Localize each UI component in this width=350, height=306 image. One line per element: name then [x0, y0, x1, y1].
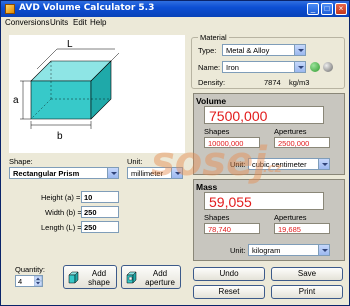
length-label: Length (L) = — [41, 223, 82, 232]
mass-total-value: 59,055 — [209, 194, 252, 210]
volume-apertures-box: 2500,000 — [274, 137, 330, 148]
maximize-button[interactable]: □ — [321, 3, 333, 15]
height-value: 10 — [84, 193, 93, 202]
volume-apertures-value: 2500,000 — [278, 139, 310, 148]
chevron-down-icon[interactable] — [294, 62, 305, 72]
material-name-label: Name: — [198, 63, 221, 72]
mass-shapes-value: 78,740 — [208, 225, 231, 234]
volume-total: 7500,000 — [204, 106, 324, 124]
height-input[interactable]: 10 — [81, 191, 119, 203]
prism-illustration: L a b — [13, 39, 120, 142]
menu-conversions[interactable]: Conversions — [5, 18, 49, 27]
height-label: Height (a) = — [41, 193, 81, 202]
dim-label-a: a — [13, 95, 19, 106]
mass-unit-label: Unit: — [230, 246, 246, 255]
mass-unit-select[interactable]: kilogram — [248, 244, 330, 256]
shape-label: Shape: — [9, 157, 33, 166]
material-group: Material Type: Metal & Alloy Name: Iron … — [191, 33, 345, 89]
volume-title: Volume — [196, 96, 227, 106]
mass-apertures-box: 19,685 — [274, 223, 330, 234]
add-aperture-label: Add aperture — [145, 269, 175, 287]
aperture-cube-icon — [126, 271, 137, 284]
app-icon — [5, 4, 15, 14]
reset-button[interactable]: Reset — [193, 285, 265, 299]
cube-icon — [68, 271, 79, 284]
add-material-icon[interactable] — [310, 62, 320, 72]
mass-apertures-label: Apertures — [274, 213, 307, 222]
quantity-label: Quantity: — [15, 265, 46, 274]
chevron-down-icon[interactable] — [294, 45, 305, 55]
material-type-value: Metal & Alloy — [226, 46, 270, 55]
density-label: Density: — [198, 78, 226, 87]
save-button[interactable]: Save — [271, 267, 343, 281]
add-shape-label: Add shape — [88, 269, 110, 287]
menu-help[interactable]: Help — [90, 18, 106, 27]
menu-units[interactable]: Units — [50, 18, 68, 27]
menu-edit[interactable]: Edit — [73, 18, 87, 27]
width-label: Width (b) = — [45, 208, 82, 217]
print-button[interactable]: Print — [271, 285, 343, 299]
unit-label: Unit: — [127, 157, 143, 166]
shape-value: Rectangular Prism — [13, 169, 80, 178]
width-value: 250 — [84, 208, 97, 217]
add-shape-button[interactable]: Add shape — [63, 265, 117, 289]
material-type-select[interactable]: Metal & Alloy — [222, 44, 306, 56]
mass-total: 59,055 — [204, 192, 324, 210]
remove-material-icon[interactable] — [323, 62, 333, 72]
material-name-value: Iron — [226, 63, 239, 72]
menu-bar: Conversions Units Edit Help — [1, 17, 349, 29]
watermark-suffix: .cz — [263, 161, 282, 175]
chevron-down-icon[interactable] — [318, 159, 329, 169]
length-input[interactable]: 250 — [81, 221, 119, 233]
material-type-label: Type: — [198, 46, 217, 55]
spin-arrows-icon[interactable] — [34, 276, 42, 286]
app-window: AVD Volume Calculator 5.3 _ □ × Conversi… — [0, 0, 350, 306]
volume-total-value: 7500,000 — [209, 108, 268, 124]
quantity-stepper[interactable]: 4 — [15, 275, 43, 287]
chevron-down-icon[interactable] — [318, 245, 329, 255]
mass-unit-value: kilogram — [252, 246, 281, 255]
undo-button[interactable]: Undo — [193, 267, 265, 281]
mass-apertures-value: 19,685 — [278, 225, 301, 234]
mass-shapes-label: Shapes — [204, 213, 230, 222]
close-button[interactable]: × — [335, 3, 347, 15]
material-name-select[interactable]: Iron — [222, 61, 306, 73]
title-bar[interactable]: AVD Volume Calculator 5.3 _ □ × — [1, 1, 349, 17]
chevron-down-icon[interactable] — [107, 168, 118, 178]
dim-label-l: L — [67, 39, 73, 50]
add-aperture-button[interactable]: Add aperture — [121, 265, 181, 289]
material-title: Material — [198, 33, 229, 42]
density-value: 7874 — [264, 78, 281, 87]
window-title: AVD Volume Calculator 5.3 — [19, 3, 155, 13]
volume-shapes-label: Shapes — [204, 127, 230, 136]
quantity-value: 4 — [18, 277, 23, 286]
mass-panel: Mass 59,055 Shapes Apertures 78,740 19,6… — [193, 179, 345, 261]
minimize-button[interactable]: _ — [307, 3, 319, 15]
density-unit: kg/m3 — [289, 78, 310, 87]
shape-select[interactable]: Rectangular Prism — [9, 167, 119, 179]
shape-diagram: L a b — [9, 35, 185, 153]
width-input[interactable]: 250 — [81, 206, 119, 218]
mass-shapes-box: 78,740 — [204, 223, 260, 234]
dim-label-b: b — [57, 131, 63, 142]
length-value: 250 — [84, 223, 97, 232]
volume-apertures-label: Apertures — [274, 127, 307, 136]
watermark-logo: sosej — [151, 139, 267, 185]
